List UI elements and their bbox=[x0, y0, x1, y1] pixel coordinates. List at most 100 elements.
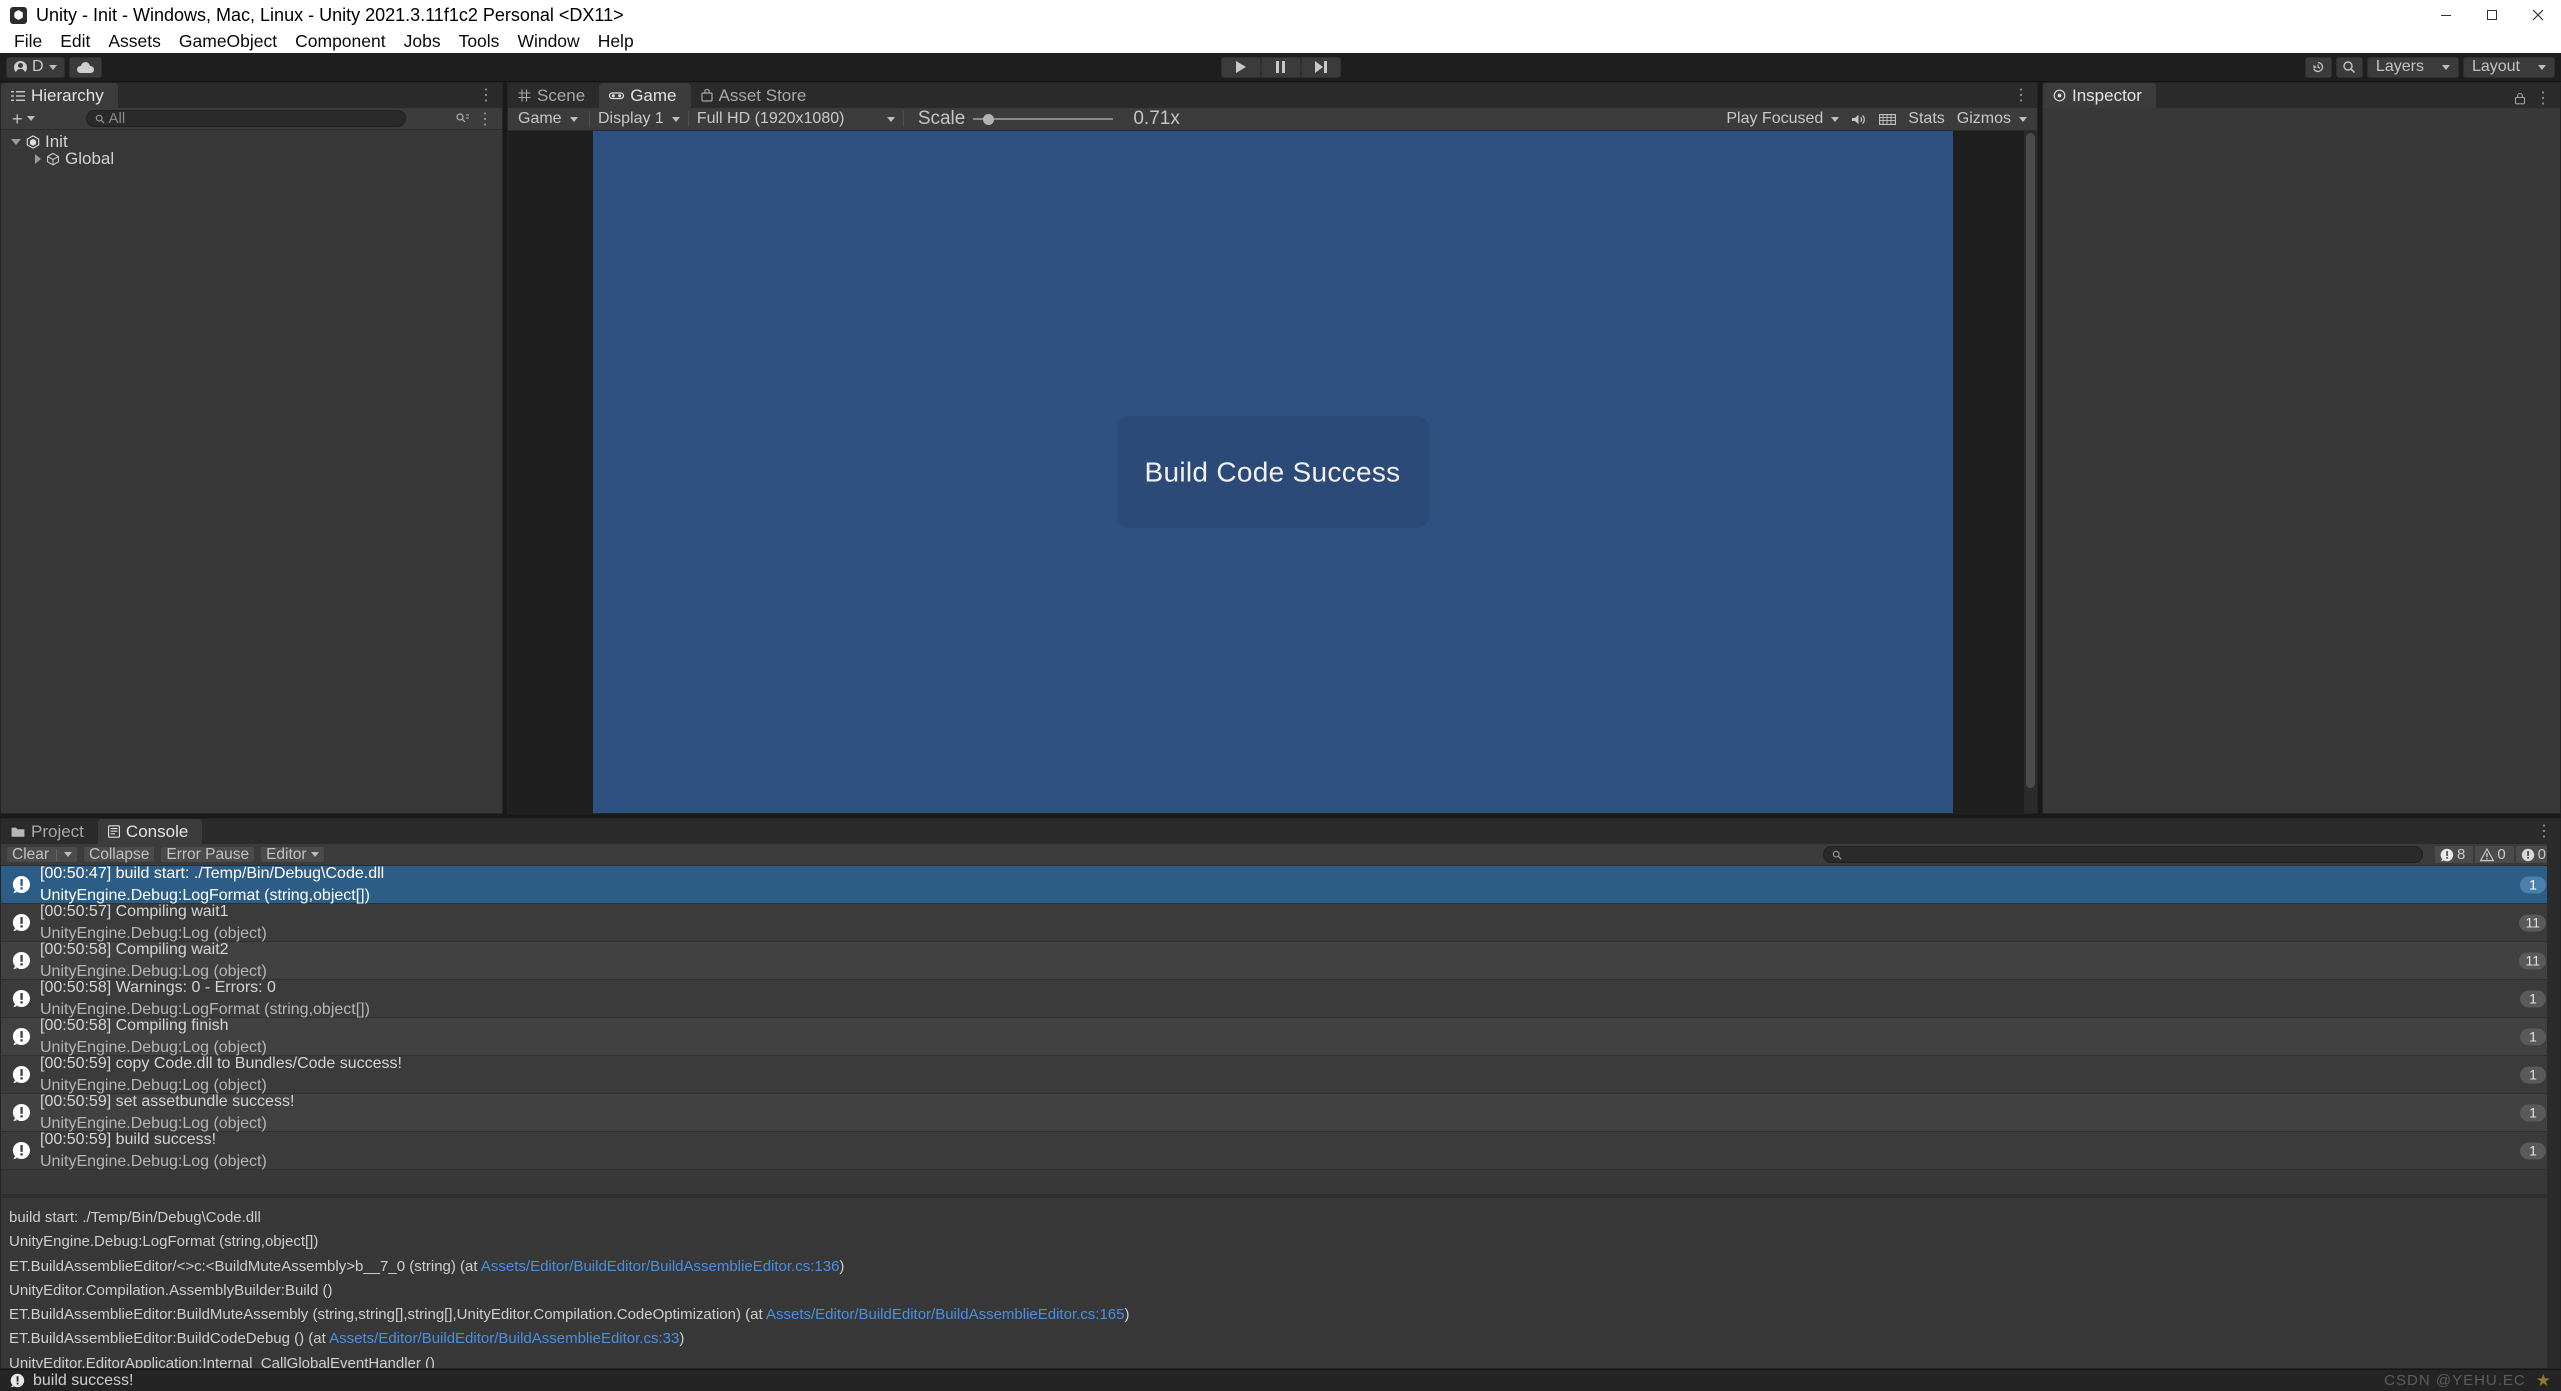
console-search-input[interactable] bbox=[1822, 846, 2423, 863]
console-entry[interactable]: [00:50:47] build start: ./Temp/Bin/Debug… bbox=[1, 866, 2560, 904]
menu-edit[interactable]: Edit bbox=[51, 30, 99, 53]
step-button[interactable] bbox=[1300, 56, 1341, 78]
error-icon bbox=[2521, 848, 2534, 861]
hierarchy-search-value: All bbox=[108, 110, 126, 127]
unity-cloud-button[interactable] bbox=[68, 56, 102, 78]
console-collapse-toggle[interactable]: Collapse bbox=[83, 846, 156, 863]
chevron-right-icon[interactable] bbox=[35, 153, 41, 164]
game-display-number-dropdown[interactable]: Display 1 bbox=[592, 110, 686, 128]
game-stats-button[interactable]: Stats bbox=[1902, 110, 1950, 128]
hierarchy-item-init[interactable]: Init bbox=[1, 132, 502, 151]
game-panel: Scene Game Asset Store ⋮ Game Display 1 … bbox=[507, 82, 2038, 814]
game-render-area[interactable]: Build Code Success bbox=[592, 131, 1953, 813]
menu-file[interactable]: File bbox=[5, 30, 51, 53]
layout-dropdown[interactable]: Layout bbox=[2462, 56, 2555, 78]
chevron-down-icon[interactable] bbox=[11, 138, 21, 145]
console-entry[interactable]: [00:50:58] Compiling finish UnityEngine.… bbox=[1, 1017, 2560, 1056]
close-button[interactable] bbox=[2515, 0, 2561, 30]
slider-knob[interactable] bbox=[982, 113, 994, 125]
tab-scene[interactable]: Scene bbox=[508, 83, 599, 108]
toolbar-separator bbox=[589, 111, 590, 127]
hierarchy-sort-icon[interactable] bbox=[456, 112, 470, 125]
menu-assets[interactable]: Assets bbox=[99, 30, 170, 53]
console-warning-count[interactable]: 0 bbox=[2474, 845, 2515, 864]
gamepad-icon bbox=[609, 92, 625, 100]
hierarchy-options-menu[interactable]: ⋮ bbox=[477, 109, 493, 129]
tab-inspector[interactable]: Inspector bbox=[2043, 83, 2156, 108]
search-button[interactable] bbox=[2335, 56, 2363, 78]
hierarchy-item-global[interactable]: Global bbox=[1, 149, 502, 168]
console-detail-suffix: ) bbox=[679, 1330, 685, 1348]
undo-history-button[interactable] bbox=[2304, 56, 2332, 78]
console-entry[interactable]: [00:50:58] Compiling wait2 UnityEngine.D… bbox=[1, 941, 2560, 980]
console-clear-button[interactable]: Clear bbox=[6, 846, 79, 863]
console-entry-count: 1 bbox=[2520, 1028, 2546, 1045]
game-playmode-dropdown[interactable]: Play Focused bbox=[1720, 110, 1845, 128]
build-status-text: Build Code Success bbox=[1144, 456, 1401, 487]
hierarchy-tabrow: Hierarchy ⋮ bbox=[1, 83, 502, 108]
mute-audio-icon bbox=[1852, 114, 1866, 124]
tab-project[interactable]: Project bbox=[1, 819, 98, 844]
game-canvas[interactable]: Build Code Success bbox=[508, 131, 2037, 813]
hierarchy-panel-menu[interactable]: ⋮ bbox=[470, 83, 502, 108]
account-button[interactable]: D bbox=[6, 56, 65, 78]
console-entry-message: [00:50:47] build start: ./Temp/Bin/Debug… bbox=[40, 866, 385, 882]
menu-component[interactable]: Component bbox=[286, 30, 394, 53]
game-stats-grid-button[interactable] bbox=[1873, 110, 1902, 128]
grid-icon bbox=[518, 89, 531, 102]
game-resolution-dropdown[interactable]: Full HD (1920x1080) bbox=[691, 110, 901, 128]
menu-help[interactable]: Help bbox=[589, 30, 643, 53]
console-vertical-scrollbar[interactable] bbox=[2547, 819, 2560, 1368]
game-mute-audio-button[interactable] bbox=[1845, 110, 1873, 128]
game-display-mode-dropdown[interactable]: Game bbox=[512, 110, 587, 128]
game-gizmos-dropdown[interactable]: Gizmos bbox=[1951, 110, 2033, 128]
hierarchy-add-button[interactable]: + bbox=[6, 110, 41, 128]
console-entry[interactable]: [00:50:58] Warnings: 0 - Errors: 0 Unity… bbox=[1, 979, 2560, 1018]
menu-window[interactable]: Window bbox=[508, 30, 588, 53]
console-entry-message: [00:50:57] Compiling wait1 bbox=[40, 902, 229, 920]
console-entry-list[interactable]: [00:50:47] build start: ./Temp/Bin/Debug… bbox=[1, 866, 2560, 1194]
layers-dropdown[interactable]: Layers bbox=[2366, 56, 2459, 78]
play-button[interactable] bbox=[1220, 56, 1261, 78]
game-display-number-label: Display 1 bbox=[598, 110, 664, 127]
maximize-button[interactable] bbox=[2469, 0, 2515, 30]
tab-game[interactable]: Game bbox=[599, 83, 691, 108]
menu-gameobject[interactable]: GameObject bbox=[170, 30, 286, 53]
game-vertical-scrollbar[interactable] bbox=[2024, 131, 2037, 813]
hierarchy-tree: Init Global bbox=[1, 130, 502, 813]
layout-label: Layout bbox=[2471, 58, 2520, 75]
inspector-panel-menu[interactable]: ⋮ bbox=[2535, 88, 2551, 108]
console-error-pause-toggle[interactable]: Error Pause bbox=[160, 846, 256, 863]
log-icon bbox=[12, 1027, 30, 1046]
tab-hierarchy[interactable]: Hierarchy bbox=[1, 83, 118, 108]
game-scale-slider[interactable] bbox=[973, 112, 1114, 126]
console-entry[interactable]: [00:50:59] build success! UnityEngine.De… bbox=[1, 1131, 2560, 1170]
game-panel-menu[interactable]: ⋮ bbox=[2005, 83, 2037, 108]
console-detail-link[interactable]: Assets/Editor/BuildEditor/BuildAssemblie… bbox=[329, 1330, 679, 1347]
hierarchy-search-input[interactable]: All bbox=[85, 110, 406, 127]
console-entry[interactable]: [00:50:59] set assetbundle success! Unit… bbox=[1, 1093, 2560, 1132]
log-icon bbox=[12, 989, 30, 1008]
console-detail-link[interactable]: Assets/Editor/BuildEditor/BuildAssemblie… bbox=[481, 1258, 840, 1275]
menu-tools[interactable]: Tools bbox=[450, 30, 509, 53]
console-entry[interactable]: [00:50:59] copy Code.dll to Bundles/Code… bbox=[1, 1055, 2560, 1094]
step-icon bbox=[1314, 61, 1327, 73]
tab-asset-store[interactable]: Asset Store bbox=[691, 83, 821, 108]
lock-icon[interactable] bbox=[2514, 92, 2526, 105]
console-log-count[interactable]: 8 bbox=[2433, 845, 2475, 864]
log-icon bbox=[12, 1103, 30, 1122]
right-column: Inspector ⋮ bbox=[2042, 82, 2561, 814]
tab-console[interactable]: Console bbox=[97, 819, 203, 844]
minimize-button[interactable] bbox=[2423, 0, 2469, 30]
console-entry[interactable]: [00:50:57] Compiling wait1 UnityEngine.D… bbox=[1, 902, 2560, 942]
console-detail-link[interactable]: Assets/Editor/BuildEditor/BuildAssemblie… bbox=[766, 1306, 1125, 1323]
pause-button[interactable] bbox=[1260, 56, 1301, 78]
menu-jobs[interactable]: Jobs bbox=[395, 30, 450, 53]
console-tabrow: Project Console ⋮ bbox=[1, 819, 2560, 844]
console-entry-count: 1 bbox=[2520, 876, 2546, 893]
console-editor-dropdown[interactable]: Editor bbox=[260, 846, 325, 863]
tab-game-label: Game bbox=[630, 85, 677, 105]
inspector-panel: Inspector ⋮ bbox=[2042, 82, 2561, 814]
console-detail-pane[interactable]: build start: ./Temp/Bin/Debug\Code.dll U… bbox=[1, 1198, 2560, 1368]
hierarchy-panel: Hierarchy ⋮ + All ⋮ Init Global bbox=[0, 82, 503, 814]
